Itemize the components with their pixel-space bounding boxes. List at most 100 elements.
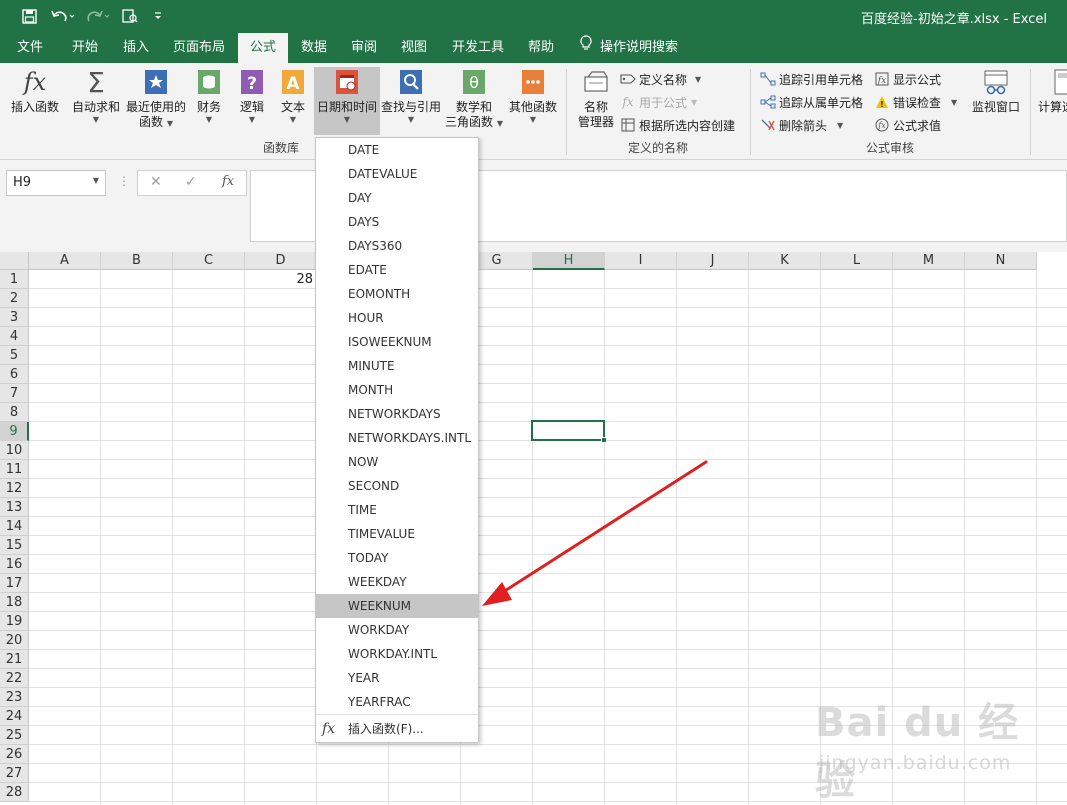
customize-quick-access-icon[interactable]: [150, 6, 166, 26]
row-header-18[interactable]: 18: [0, 593, 29, 612]
name-box[interactable]: H9 ▼: [6, 170, 106, 196]
trace-precedents-button[interactable]: 追踪引用单元格: [760, 69, 863, 89]
column-header-c[interactable]: C: [173, 252, 245, 270]
row-header-10[interactable]: 10: [0, 441, 29, 460]
menu-item-networkdays-intl[interactable]: NETWORKDAYS.INTL: [316, 426, 478, 450]
column-header-j[interactable]: J: [677, 252, 749, 270]
tab-help[interactable]: 帮助: [518, 33, 564, 63]
more-functions-button[interactable]: 其他函数 ▼: [506, 67, 560, 125]
watch-window-button[interactable]: 监视窗口: [968, 67, 1024, 115]
show-formulas-button[interactable]: fx 显示公式: [874, 69, 941, 89]
lookup-reference-button[interactable]: 查找与引用 ▼: [380, 67, 442, 125]
menu-item-days360[interactable]: DAYS360: [316, 234, 478, 258]
menu-item-datevalue[interactable]: DATEVALUE: [316, 162, 478, 186]
row-header-11[interactable]: 11: [0, 460, 29, 479]
calculation-options-button[interactable]: 计算选项: [1038, 67, 1067, 115]
tab-developer[interactable]: 开发工具: [446, 33, 510, 63]
menu-item-timevalue[interactable]: TIMEVALUE: [316, 522, 478, 546]
column-header-b[interactable]: B: [101, 252, 173, 270]
row-header-28[interactable]: 28: [0, 783, 29, 802]
name-manager-button[interactable]: 名称 管理器: [574, 67, 618, 130]
row-header-1[interactable]: 1: [0, 270, 29, 289]
row-header-6[interactable]: 6: [0, 365, 29, 384]
menu-item-workday[interactable]: WORKDAY: [316, 618, 478, 642]
confirm-check-icon[interactable]: ✓: [185, 174, 197, 190]
evaluate-formula-button[interactable]: fx 公式求值: [874, 115, 941, 135]
undo-icon[interactable]: [48, 6, 78, 26]
column-header-h[interactable]: H: [533, 252, 605, 270]
row-header-7[interactable]: 7: [0, 384, 29, 403]
menu-item-networkdays[interactable]: NETWORKDAYS: [316, 402, 478, 426]
recently-used-button[interactable]: 最近使用的 函数 ▼: [124, 67, 188, 131]
row-header-12[interactable]: 12: [0, 479, 29, 498]
column-header-n[interactable]: N: [965, 252, 1037, 270]
row-header-4[interactable]: 4: [0, 327, 29, 346]
menu-item-workday-intl[interactable]: WORKDAY.INTL: [316, 642, 478, 666]
trace-dependents-button[interactable]: 追踪从属单元格: [760, 92, 863, 112]
column-header-d[interactable]: D: [245, 252, 317, 270]
row-header-19[interactable]: 19: [0, 612, 29, 631]
select-all-corner[interactable]: [0, 252, 29, 270]
row-header-23[interactable]: 23: [0, 688, 29, 707]
insert-function-button[interactable]: fx 插入函数: [6, 67, 64, 115]
menu-item-eomonth[interactable]: EOMONTH: [316, 282, 478, 306]
row-header-16[interactable]: 16: [0, 555, 29, 574]
row-header-13[interactable]: 13: [0, 498, 29, 517]
menu-item-weekday[interactable]: WEEKDAY: [316, 570, 478, 594]
menu-item-edate[interactable]: EDATE: [316, 258, 478, 282]
row-header-3[interactable]: 3: [0, 308, 29, 327]
menu-item-day[interactable]: DAY: [316, 186, 478, 210]
column-header-i[interactable]: I: [605, 252, 677, 270]
menu-item-minute[interactable]: MINUTE: [316, 354, 478, 378]
row-header-25[interactable]: 25: [0, 726, 29, 745]
cell-d1[interactable]: 28: [245, 270, 315, 289]
financial-button[interactable]: 财务 ▼: [192, 67, 226, 125]
menu-item-year[interactable]: YEAR: [316, 666, 478, 690]
menu-item-second[interactable]: SECOND: [316, 474, 478, 498]
define-name-button[interactable]: 定义名称 ▼: [620, 69, 701, 89]
cancel-icon[interactable]: ✕: [150, 174, 162, 190]
row-header-27[interactable]: 27: [0, 764, 29, 783]
menu-item-hour[interactable]: HOUR: [316, 306, 478, 330]
row-header-17[interactable]: 17: [0, 574, 29, 593]
row-header-20[interactable]: 20: [0, 631, 29, 650]
redo-icon[interactable]: [85, 6, 113, 26]
use-in-formula-button[interactable]: fx 用于公式 ▼: [620, 92, 697, 112]
menu-item-time[interactable]: TIME: [316, 498, 478, 522]
remove-arrows-button[interactable]: 删除箭头 ▼: [760, 115, 843, 135]
menu-insert-function[interactable]: fx 插入函数(F)...: [316, 716, 478, 742]
tab-page-layout[interactable]: 页面布局: [166, 33, 232, 63]
row-header-26[interactable]: 26: [0, 745, 29, 764]
tab-data[interactable]: 数据: [292, 33, 336, 63]
tell-me-search[interactable]: 操作说明搜索: [580, 33, 678, 63]
active-cell-h9[interactable]: [531, 420, 607, 443]
tab-review[interactable]: 审阅: [342, 33, 386, 63]
menu-item-isoweeknum[interactable]: ISOWEEKNUM: [316, 330, 478, 354]
tab-insert[interactable]: 插入: [114, 33, 158, 63]
column-header-l[interactable]: L: [821, 252, 893, 270]
menu-item-date[interactable]: DATE: [316, 138, 478, 162]
formula-bar-grip-icon[interactable]: ⋮: [118, 174, 130, 188]
autosum-button[interactable]: Σ 自动求和 ▼: [70, 67, 122, 125]
row-header-22[interactable]: 22: [0, 669, 29, 688]
menu-item-days[interactable]: DAYS: [316, 210, 478, 234]
tab-formulas[interactable]: 公式: [238, 33, 288, 63]
column-header-m[interactable]: M: [893, 252, 965, 270]
text-button[interactable]: A 文本 ▼: [276, 67, 310, 125]
row-header-24[interactable]: 24: [0, 707, 29, 726]
fill-handle[interactable]: [601, 437, 607, 443]
menu-item-month[interactable]: MONTH: [316, 378, 478, 402]
menu-item-now[interactable]: NOW: [316, 450, 478, 474]
row-header-2[interactable]: 2: [0, 289, 29, 308]
math-trig-button[interactable]: θ 数学和 三角函数 ▼: [444, 67, 504, 131]
menu-item-weeknum[interactable]: WEEKNUM: [316, 594, 478, 618]
row-header-15[interactable]: 15: [0, 536, 29, 555]
menu-item-yearfrac[interactable]: YEARFRAC: [316, 690, 478, 714]
insert-function-fx-icon[interactable]: fx: [222, 174, 234, 189]
error-checking-button[interactable]: ! 错误检查 ▼: [874, 92, 957, 112]
row-header-8[interactable]: 8: [0, 403, 29, 422]
menu-item-today[interactable]: TODAY: [316, 546, 478, 570]
chevron-down-icon[interactable]: ▼: [93, 176, 99, 185]
save-icon[interactable]: [18, 6, 40, 26]
row-header-14[interactable]: 14: [0, 517, 29, 536]
